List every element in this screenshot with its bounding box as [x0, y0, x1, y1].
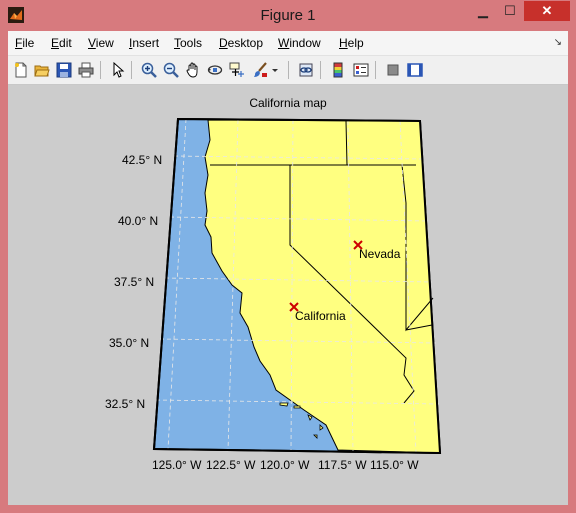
menu-insert-label: nsert: [132, 36, 160, 50]
menu-tools[interactable]: Tools: [174, 36, 202, 50]
menu-desktop-mnemonic: D: [219, 36, 228, 50]
menu-file-label: ile: [22, 36, 35, 50]
lon-label-117-5: 117.5° W: [318, 458, 367, 472]
lat-label-40-0: 40.0° N: [118, 214, 158, 228]
menu-window[interactable]: Window: [278, 36, 321, 50]
lon-label-122-5: 122.5° W: [206, 458, 256, 472]
marker-label-nevada: Nevada: [359, 247, 401, 261]
lon-label-125-0: 125.0° W: [152, 458, 202, 472]
minimize-button[interactable]: ▁: [470, 1, 496, 21]
pan-button[interactable]: [183, 60, 203, 80]
brush-button[interactable]: [250, 60, 270, 80]
close-button[interactable]: ✕: [524, 1, 570, 21]
menu-view-label: iew: [95, 36, 114, 50]
colorbar-button[interactable]: [328, 60, 348, 80]
print-button[interactable]: [76, 60, 96, 80]
hide-plot-tools-button[interactable]: [383, 60, 403, 80]
show-plot-tools-button[interactable]: [405, 60, 425, 80]
menu-help[interactable]: Help: [339, 36, 364, 50]
minimize-icon: ▁: [478, 3, 488, 18]
figure-client: File Edit View Insert Tools Desktop Wind…: [8, 31, 568, 505]
new-figure-button[interactable]: [11, 60, 31, 80]
save-icon: [56, 62, 72, 78]
zoom-in-button[interactable]: [139, 60, 159, 80]
data-cursor-icon: [229, 62, 244, 77]
marker-label-california: California: [295, 309, 346, 323]
menu-help-label: elp: [347, 36, 364, 50]
legend-icon: [353, 63, 369, 77]
brush-icon: [254, 62, 267, 77]
menu-tools-label: ools: [180, 36, 203, 50]
pointer-icon: [113, 62, 125, 78]
menu-view-mnemonic: V: [88, 36, 96, 50]
menu-window-mnemonic: W: [278, 36, 290, 50]
zoom-out-icon: [163, 62, 179, 78]
legend-button[interactable]: [351, 60, 371, 80]
menu-window-label: indow: [289, 36, 321, 50]
menu-view[interactable]: View: [88, 36, 114, 50]
open-file-button[interactable]: [32, 60, 52, 80]
new-figure-icon: [15, 62, 27, 78]
lat-label-42-5: 42.5° N: [122, 153, 162, 167]
menu-help-mnemonic: H: [339, 36, 348, 50]
lon-label-115-0: 115.0° W: [370, 458, 419, 472]
california-map[interactable]: 42.5° N 40.0° N 37.5° N 35.0° N 32.5° N …: [8, 85, 568, 505]
maximize-icon: ☐: [504, 3, 516, 18]
toolbar-separator: [131, 61, 132, 79]
zoom-out-button[interactable]: [161, 60, 181, 80]
colorbar-icon: [333, 62, 343, 78]
brush-dropdown[interactable]: [270, 60, 280, 80]
lat-label-32-5: 32.5° N: [105, 397, 145, 411]
link-plot-icon: [299, 63, 313, 77]
toolbar-separator: [375, 61, 376, 79]
pointer-button[interactable]: [108, 60, 128, 80]
toolbar-separator: [320, 61, 321, 79]
title-bar[interactable]: Figure 1 ▁ ☐ ✕: [0, 0, 576, 31]
menu-edit-label: dit: [59, 36, 72, 50]
rotate-3d-icon: [207, 65, 223, 75]
link-plot-button[interactable]: [296, 60, 316, 80]
menu-file[interactable]: File: [15, 36, 34, 50]
save-button[interactable]: [54, 60, 74, 80]
figure-canvas[interactable]: California map 42.5° N 40.0° N 37.5° N 3…: [8, 85, 568, 505]
menu-desktop-label: esktop: [227, 36, 264, 50]
menu-insert[interactable]: Insert: [129, 36, 159, 50]
pan-hand-icon: [186, 62, 198, 78]
menu-bar: File Edit View Insert Tools Desktop Wind…: [8, 31, 568, 56]
rotate-3d-button[interactable]: [205, 60, 225, 80]
toolbar-separator: [100, 61, 101, 79]
print-icon: [78, 62, 94, 78]
hide-plot-tools-icon: [387, 64, 399, 76]
lon-label-120-0: 120.0° W: [260, 458, 310, 472]
data-cursor-button[interactable]: [227, 60, 247, 80]
menu-edit-mnemonic: E: [51, 36, 60, 50]
zoom-in-icon: [141, 62, 157, 78]
show-plot-tools-icon: [407, 63, 423, 77]
toolbar-separator: [288, 61, 289, 79]
menu-edit[interactable]: Edit: [51, 36, 72, 50]
figure-window: Figure 1 ▁ ☐ ✕ File Edit View Insert Too…: [0, 0, 576, 513]
lat-label-35-0: 35.0° N: [109, 336, 149, 350]
lat-label-37-5: 37.5° N: [114, 275, 154, 289]
figure-toolbar: [8, 56, 568, 85]
open-file-icon: [34, 65, 50, 77]
close-icon: ✕: [541, 3, 553, 18]
maximize-button[interactable]: ☐: [497, 1, 523, 21]
menu-desktop[interactable]: Desktop: [219, 36, 263, 50]
brush-dropdown-icon: [272, 69, 278, 72]
dock-figure-icon[interactable]: ↘: [554, 37, 562, 48]
